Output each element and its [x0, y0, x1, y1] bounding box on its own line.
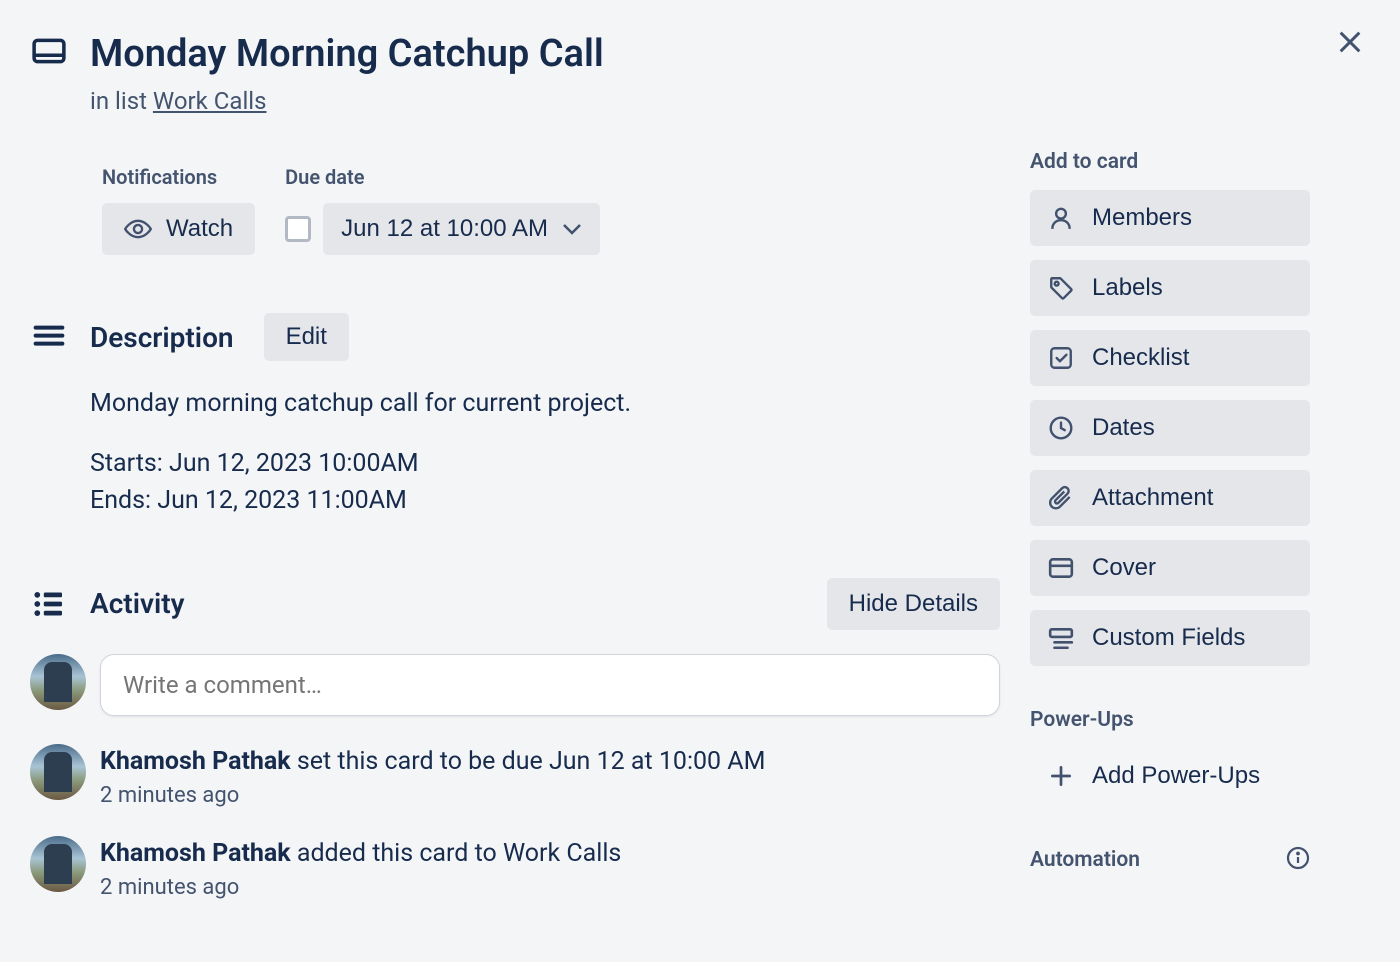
- edit-description-button[interactable]: Edit: [264, 313, 349, 361]
- notifications-label: Notifications: [102, 165, 255, 189]
- add-power-ups-button[interactable]: Add Power-Ups: [1030, 748, 1310, 804]
- activity-icon: [30, 591, 68, 617]
- add-to-card-heading: Add to card: [1030, 150, 1310, 174]
- due-date-label: Due date: [285, 165, 600, 189]
- info-icon: [1286, 846, 1310, 870]
- current-user-avatar[interactable]: [30, 654, 86, 710]
- attachment-button[interactable]: Attachment: [1030, 470, 1310, 526]
- activity-title: Activity: [90, 587, 185, 620]
- hide-details-button[interactable]: Hide Details: [827, 578, 1000, 630]
- watch-button[interactable]: Watch: [102, 203, 255, 255]
- activity-item: Khamosh Pathak added this card to Work C…: [100, 836, 1000, 871]
- description-icon: [30, 325, 68, 349]
- activity-timestamp[interactable]: 2 minutes ago: [100, 875, 1000, 900]
- power-ups-heading: Power-Ups: [1030, 708, 1310, 732]
- due-date-checkbox[interactable]: [285, 216, 311, 242]
- person-icon: [1048, 205, 1074, 231]
- checklist-button[interactable]: Checklist: [1030, 330, 1310, 386]
- automation-heading: Automation: [1030, 848, 1140, 872]
- cover-icon: [1048, 555, 1074, 581]
- comment-input[interactable]: [100, 654, 1000, 716]
- user-avatar[interactable]: [30, 836, 86, 892]
- members-button[interactable]: Members: [1030, 190, 1310, 246]
- clock-icon: [1048, 415, 1074, 441]
- close-button[interactable]: [1328, 20, 1372, 64]
- close-icon: [1336, 28, 1364, 56]
- card-title[interactable]: Monday Morning Catchup Call: [90, 30, 604, 79]
- description-title: Description: [90, 321, 234, 354]
- description-body[interactable]: Monday morning catchup call for current …: [90, 385, 1000, 520]
- attachment-icon: [1048, 485, 1074, 511]
- user-avatar[interactable]: [30, 744, 86, 800]
- checklist-icon: [1048, 345, 1074, 371]
- chevron-down-icon: [562, 223, 582, 235]
- tag-icon: [1048, 275, 1074, 301]
- card-icon: [30, 38, 68, 64]
- activity-timestamp[interactable]: 2 minutes ago: [100, 783, 1000, 808]
- card-list-location: in list Work Calls: [90, 87, 1000, 115]
- activity-item: Khamosh Pathak set this card to be due J…: [100, 744, 1000, 779]
- custom-fields-button[interactable]: Custom Fields: [1030, 610, 1310, 666]
- dates-button[interactable]: Dates: [1030, 400, 1310, 456]
- custom-fields-icon: [1048, 625, 1074, 651]
- eye-icon: [124, 219, 152, 239]
- labels-button[interactable]: Labels: [1030, 260, 1310, 316]
- list-link[interactable]: Work Calls: [153, 87, 267, 115]
- due-date-button[interactable]: Jun 12 at 10:00 AM: [323, 203, 600, 255]
- cover-button[interactable]: Cover: [1030, 540, 1310, 596]
- plus-icon: [1048, 763, 1074, 789]
- automation-info-button[interactable]: [1286, 846, 1310, 874]
